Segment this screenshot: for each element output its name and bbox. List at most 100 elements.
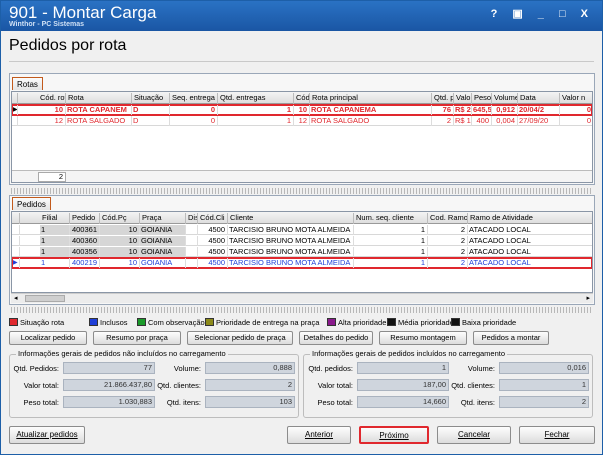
not_included-qtd_itens-label: Qtd. itens: (166, 398, 201, 407)
rotas-col-header[interactable]: Valor t (454, 93, 472, 104)
splitter[interactable] (11, 188, 593, 194)
included-valor_total-label: Valor total: (317, 381, 353, 390)
legend-label: Situação rota (20, 318, 65, 327)
cancelar-button[interactable]: Cancelar (437, 426, 511, 444)
pedidos-cell: TARCISIO BRUNO MOTA ALMEIDA (228, 225, 354, 235)
included-valor_total-field: 187,00 (357, 379, 449, 391)
rotas-col-header[interactable]: Qtd. entregas (218, 93, 294, 104)
pedidos-cell: 1 (40, 247, 70, 257)
table-row[interactable]: 1 400356 10 GOIANIA 4500 TARCISIO BRUNO MOTA … (12, 247, 592, 257)
scroll-right-icon[interactable]: ▸ (586, 294, 590, 302)
legend-label: Baixa prioridade (462, 318, 517, 327)
pedidos-col-header[interactable]: Praça (140, 213, 186, 224)
legend-label: Prioridade de entrega na praça (216, 318, 320, 327)
pedidos-grid[interactable]: Filial Pedido Cód.Pç Praça Dis Cód.Cli Cliente… (11, 211, 593, 293)
rotas-col-header[interactable]: Cód. rota (38, 93, 66, 104)
legend-item: Baixa prioridade (451, 318, 516, 327)
rotas-header-indicator (12, 93, 18, 104)
rotas-col-header[interactable]: Rota principal (310, 93, 432, 104)
pedidos-cell (186, 258, 198, 268)
pedidos-col-header[interactable]: Cliente (228, 213, 354, 224)
pedidos-cell: 4500 (198, 258, 228, 268)
rotas-grid[interactable]: Cód. rotaRotaSituaçãoSeq. entregaQtd. en… (11, 91, 593, 183)
pedidos-cell: ATACADO LOCAL (468, 236, 592, 246)
pedidos-cell: 1 (40, 258, 70, 268)
rotas-cell: 0,912 (492, 105, 518, 115)
window-controls[interactable]: ? ▣ _ □ X (491, 7, 594, 20)
pedidos-cell: 1 (40, 225, 70, 235)
localizar-pedido-button[interactable]: Localizar pedido (9, 331, 87, 345)
anterior-button[interactable]: Anterior (287, 426, 351, 444)
detalhes-pedido-button[interactable]: Detalhes do pedido (299, 331, 373, 345)
pedidos-cell: 1 (354, 247, 428, 257)
rotas-col-header[interactable]: Cód (294, 93, 310, 104)
rotas-cell: 2 (432, 116, 454, 126)
pedidos-col-header[interactable]: Cód.Cli (198, 213, 228, 224)
tab-pedidos[interactable]: Pedidos (12, 197, 51, 210)
scroll-left-icon[interactable]: ◂ (14, 294, 18, 302)
rotas-col-header[interactable]: Peso (472, 93, 492, 104)
pedidos-cell: 2 (428, 258, 468, 268)
table-row[interactable]: ▶ 1 400219 10 GOIANIA 4500 TARCISIO BRUNO MOTA… (12, 257, 592, 269)
rotas-col-header[interactable]: Rota (66, 93, 132, 104)
rotas-count: 2 (38, 172, 66, 182)
selecionar-pedido-praca-button[interactable]: Selecionar pedido de praça (187, 331, 293, 345)
pedidos-cell: 1 (354, 258, 428, 268)
legend-item: Situação rota (9, 318, 64, 327)
rotas-cell: 10 (294, 105, 310, 115)
scroll-thumb[interactable] (25, 295, 65, 302)
row-pointer-icon: ▶ (12, 258, 20, 268)
rotas-cell: 0 (170, 116, 218, 126)
pedidos-cell: 400219 (70, 258, 100, 268)
table-row[interactable]: 12ROTA SALGADOD0112ROTA SALGADO2R$ 18040… (12, 116, 592, 126)
pedidos-cell: ATACADO LOCAL (468, 258, 592, 268)
pedidos-cell: 4500 (198, 247, 228, 257)
divider (9, 61, 594, 62)
pedidos-cell: 4500 (198, 225, 228, 235)
table-row[interactable]: 1 400360 10 GOIANIA 4500 TARCISIO BRUNO MOTA … (12, 236, 592, 246)
not_included-valor_total-label: Valor total: (23, 381, 59, 390)
horizontal-scrollbar[interactable]: ◂ ▸ (11, 293, 593, 303)
atualizar-pedidos-button[interactable]: Atualizar pedidos (9, 426, 85, 444)
tab-rotas[interactable]: Rotas (12, 77, 43, 90)
pedidos-cell: 2 (428, 247, 468, 257)
resumo-por-praca-button[interactable]: Resumo por praça (93, 331, 181, 345)
pedidos-col-header[interactable]: Dis (186, 213, 198, 224)
legend-label: Alta prioridade (338, 318, 387, 327)
included-qtd_pedidos-field: 1 (357, 362, 449, 374)
table-row[interactable]: ▶10ROTA CAPANEMD0110ROTA CAPANEMA76R$ 21… (12, 104, 592, 116)
rotas-cell: R$ 21 (455, 105, 472, 115)
table-row[interactable]: 1 400361 10 GOIANIA 4500 TARCISIO BRUNO MOTA … (12, 225, 592, 235)
legend-swatch-icon (387, 318, 396, 326)
pedidos-col-header[interactable]: Num. seq. cliente (354, 213, 428, 224)
rotas-col-header[interactable]: Qtd. p (432, 93, 454, 104)
pedidos-cell: ATACADO LOCAL (468, 225, 592, 235)
not_included-peso_total-field: 1.030,883 (63, 396, 155, 408)
rotas-cell: 1 (218, 105, 294, 115)
pedidos-col-header[interactable]: Cód.Pç (100, 213, 140, 224)
rotas-cell: 12 (38, 116, 66, 126)
rotas-cell: ROTA CAPANEM (66, 105, 132, 115)
rotas-cell: ROTA CAPANEMA (310, 105, 432, 115)
proximo-button[interactable]: Próximo (359, 426, 429, 444)
resumo-montagem-button[interactable]: Resumo montagem (379, 331, 467, 345)
rotas-col-header[interactable]: Situação (132, 93, 170, 104)
rotas-col-header[interactable]: Data (518, 93, 560, 104)
pedidos-cell: 400361 (70, 225, 100, 235)
pedidos-a-montar-button[interactable]: Pedidos a montar (473, 331, 549, 345)
rotas-cell: 27/09/20 (518, 116, 560, 126)
pedidos-cell: 1 (354, 236, 428, 246)
legend-item: Média prioridade (387, 318, 454, 327)
pedidos-col-header[interactable]: Pedido (70, 213, 100, 224)
fechar-button[interactable]: Fechar (519, 426, 595, 444)
rotas-col-header[interactable]: Seq. entrega (170, 93, 218, 104)
splitter-2[interactable] (11, 307, 593, 313)
legend-swatch-icon (9, 318, 18, 326)
pedidos-grid-header: Filial Pedido Cód.Pç Praça Dis Cód.Cli Cliente… (12, 212, 592, 224)
legend-swatch-icon (205, 318, 214, 326)
pedidos-col-header[interactable]: Ramo de Atividade (468, 213, 592, 224)
rotas-col-header[interactable]: Valor n (560, 93, 592, 104)
rotas-col-header[interactable]: Volume (492, 93, 518, 104)
pedidos-col-header[interactable]: Cod. Ramo (428, 213, 468, 224)
pedidos-col-header[interactable]: Filial (40, 213, 70, 224)
